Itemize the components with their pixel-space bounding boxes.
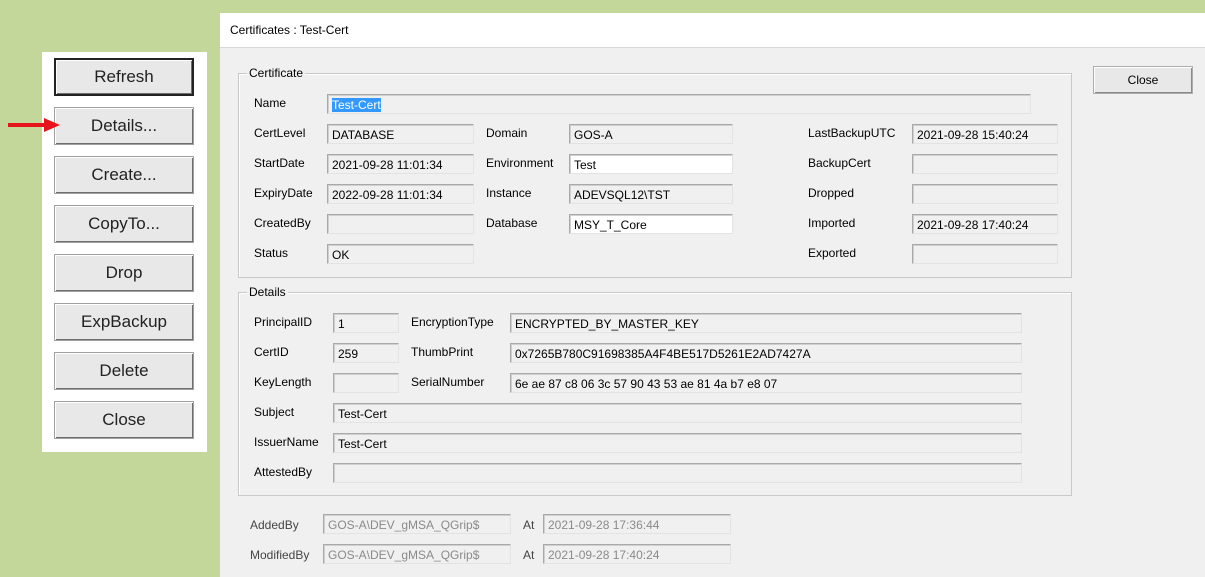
modified-at-field[interactable]: 2021-09-28 17:40:24 xyxy=(543,544,731,564)
added-at-label: At xyxy=(523,518,535,532)
modified-at-label: At xyxy=(523,548,535,562)
environment-field[interactable]: Test xyxy=(569,154,733,174)
drop-button[interactable]: Drop xyxy=(54,254,194,292)
domain-field[interactable]: GOS-A xyxy=(569,124,733,144)
details-legend: Details xyxy=(247,285,288,299)
modifiedby-label: ModifiedBy xyxy=(250,548,310,562)
dropped-label: Dropped xyxy=(808,186,855,200)
pointer-arrow-icon xyxy=(8,118,60,132)
modifiedby-field[interactable]: GOS-A\DEV_gMSA_QGrip$ xyxy=(323,544,511,564)
exported-label: Exported xyxy=(808,246,857,260)
name-label: Name xyxy=(254,96,287,110)
lastbackup-label: LastBackupUTC xyxy=(808,126,896,140)
database-field[interactable]: MSY_T_Core xyxy=(569,214,733,234)
createdby-field[interactable] xyxy=(327,214,474,234)
keylength-label: KeyLength xyxy=(254,375,312,389)
keylength-field[interactable] xyxy=(333,373,399,393)
thumbprint-label: ThumbPrint xyxy=(411,345,474,359)
thumbprint-field[interactable]: 0x7265B780C91698385A4F4BE517D5261E2AD742… xyxy=(510,343,1022,363)
delete-button[interactable]: Delete xyxy=(54,352,194,390)
expbackup-button[interactable]: ExpBackup xyxy=(54,303,194,341)
details-group: Details PrincipalID 1 CertID 259 KeyLeng… xyxy=(238,285,1072,496)
serial-label: SerialNumber xyxy=(411,375,485,389)
create-button[interactable]: Create... xyxy=(54,156,194,194)
exported-field[interactable] xyxy=(912,244,1058,264)
serial-field[interactable]: 6e ae 87 c8 06 3c 57 90 43 53 ae 81 4a b… xyxy=(510,373,1022,393)
expirydate-label: ExpiryDate xyxy=(254,186,313,200)
copyto-button[interactable]: CopyTo... xyxy=(54,205,194,243)
encryption-field[interactable]: ENCRYPTED_BY_MASTER_KEY xyxy=(510,313,1022,333)
close-panel-button[interactable]: Close xyxy=(54,401,194,439)
expirydate-field[interactable]: 2022-09-28 11:01:34 xyxy=(327,184,474,204)
name-field[interactable]: Test-Cert xyxy=(327,94,1031,114)
addedby-label: AddedBy xyxy=(250,518,299,532)
close-button[interactable]: Close xyxy=(1093,66,1193,94)
instance-label: Instance xyxy=(486,186,532,200)
certificate-dialog: Certificates : Test-Cert Close Certifica… xyxy=(220,13,1205,577)
environment-label: Environment xyxy=(486,156,554,170)
certlevel-label: CertLevel xyxy=(254,126,306,140)
imported-label: Imported xyxy=(808,216,856,230)
backupcert-field[interactable] xyxy=(912,154,1058,174)
attested-label: AttestedBy xyxy=(254,465,313,479)
startdate-field[interactable]: 2021-09-28 11:01:34 xyxy=(327,154,474,174)
principalid-label: PrincipalID xyxy=(254,315,313,329)
certid-label: CertID xyxy=(254,345,289,359)
imported-field[interactable]: 2021-09-28 17:40:24 xyxy=(912,214,1058,234)
instance-field[interactable]: ADEVSQL12\TST xyxy=(569,184,733,204)
principalid-field[interactable]: 1 xyxy=(333,313,399,333)
dropped-field[interactable] xyxy=(912,184,1058,204)
title-bar: Certificates : Test-Cert xyxy=(220,13,1205,48)
startdate-label: StartDate xyxy=(254,156,305,170)
subject-label: Subject xyxy=(254,405,295,419)
window-title: Certificates : Test-Cert xyxy=(230,23,349,37)
certificate-group: Certificate Name Test-Cert CertLevel DAT… xyxy=(238,66,1072,278)
backupcert-label: BackupCert xyxy=(808,156,871,170)
status-field[interactable]: OK xyxy=(327,244,474,264)
subject-field[interactable]: Test-Cert xyxy=(333,403,1022,423)
encryption-label: EncryptionType xyxy=(411,315,494,329)
certid-field[interactable]: 259 xyxy=(333,343,399,363)
createdby-label: CreatedBy xyxy=(254,216,311,230)
issuer-label: IssuerName xyxy=(254,435,319,449)
added-at-field[interactable]: 2021-09-28 17:36:44 xyxy=(543,514,731,534)
domain-label: Domain xyxy=(486,126,528,140)
certificate-legend: Certificate xyxy=(247,66,306,80)
refresh-button[interactable]: Refresh xyxy=(54,58,194,96)
details-button[interactable]: Details... xyxy=(54,107,194,145)
name-value: Test-Cert xyxy=(332,98,381,112)
status-label: Status xyxy=(254,246,289,260)
addedby-field[interactable]: GOS-A\DEV_gMSA_QGrip$ xyxy=(323,514,511,534)
certlevel-field[interactable]: DATABASE xyxy=(327,124,474,144)
attested-field[interactable] xyxy=(333,463,1022,483)
issuer-field[interactable]: Test-Cert xyxy=(333,433,1022,453)
action-panel: Refresh Details... Create... CopyTo... D… xyxy=(42,52,207,452)
database-label: Database xyxy=(486,216,538,230)
lastbackup-field[interactable]: 2021-09-28 15:40:24 xyxy=(912,124,1058,144)
